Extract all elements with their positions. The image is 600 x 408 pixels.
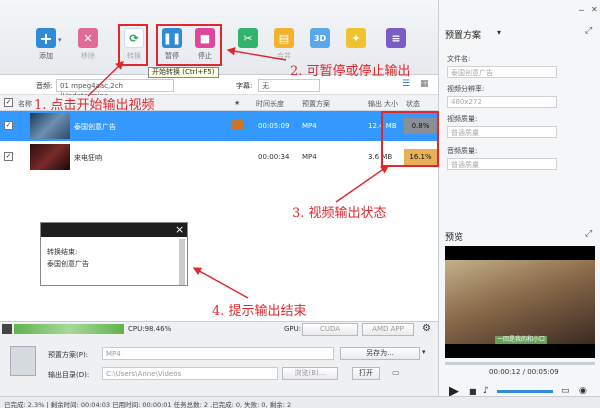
edit-icon[interactable] bbox=[232, 120, 244, 130]
popup-titlebar bbox=[41, 223, 187, 237]
stop-icon[interactable]: ■ bbox=[469, 387, 477, 396]
table-row[interactable]: ✓ 泰国创意广告 00:05:09 MP4 12.4 MB 0.8% bbox=[0, 111, 438, 141]
annotation-4: 4. 提示输出结束 bbox=[212, 304, 307, 319]
video-frame bbox=[445, 260, 595, 344]
filename-field[interactable]: 泰国创意广告 bbox=[447, 66, 557, 78]
preset-select[interactable]: MP4 bbox=[102, 347, 334, 360]
seek-bar[interactable] bbox=[445, 362, 595, 365]
status-bar: 已完成: 2.3% | 剩余时间: 00:04:03 已用时间: 00:00:0… bbox=[0, 396, 600, 408]
remove-icon: ✕ bbox=[78, 28, 98, 48]
video-subtitle: 一回是我的和小口 bbox=[495, 336, 547, 344]
grid-view-icon[interactable]: ▦ bbox=[420, 79, 429, 89]
annotation-2: 2. 可暂停或停止输出 bbox=[290, 64, 411, 79]
document-icon: ≡ bbox=[386, 28, 406, 48]
remove-button[interactable]: ✕ 移除 bbox=[72, 28, 104, 61]
preview-video: 一回是我的和小口 bbox=[445, 246, 595, 358]
table-row[interactable]: ✓ 来电狂响 00:00:34 MP4 3.6 MB 16.1% bbox=[0, 142, 438, 172]
browse-button[interactable]: 浏览(B)... bbox=[282, 367, 338, 380]
list-view-icon[interactable]: ☰ bbox=[402, 79, 410, 89]
plus-icon: + bbox=[36, 28, 56, 48]
preset-panel: 预置方案 ▾ ⤢ ─ ✕ 文件名: 泰国创意广告 视频分辨率: 480x272 … bbox=[438, 0, 600, 222]
pause-stop-highlight bbox=[156, 24, 222, 66]
minimize-icon[interactable]: ─ bbox=[579, 6, 584, 15]
video-quality-field[interactable]: 普通质量 bbox=[447, 126, 557, 138]
open-folder-button[interactable]: 打开 bbox=[352, 367, 380, 380]
chevron-down-icon[interactable]: ▾ bbox=[497, 28, 501, 37]
merge-button[interactable]: ▤ 合并 bbox=[268, 28, 300, 61]
effect-button[interactable]: ✦ bbox=[340, 28, 372, 51]
cpu-graph bbox=[14, 324, 124, 334]
resolution-field[interactable]: 480x272 bbox=[447, 96, 557, 108]
wave-icon bbox=[2, 324, 12, 334]
convert-highlight bbox=[118, 24, 148, 66]
audio-quality-field[interactable]: 普通质量 bbox=[447, 158, 557, 170]
merge-icon: ▤ bbox=[274, 28, 294, 48]
video-thumbnail bbox=[30, 113, 70, 139]
annotation-3: 3. 视频输出状态 bbox=[292, 206, 387, 221]
amd-app-button[interactable]: AMD APP bbox=[362, 323, 414, 336]
status-highlight bbox=[381, 111, 439, 167]
snapshot-folder-icon[interactable]: ▭ bbox=[561, 386, 570, 396]
preview-panel: 预览 ⤢ 一回是我的和小口 00:00:12 / 00:05:09 ▶ ■ ♪ … bbox=[438, 222, 600, 408]
folder-icon[interactable]: ▭ bbox=[392, 368, 400, 377]
output-folder-field[interactable]: C:\Users\Anne\Videos bbox=[102, 367, 278, 380]
document-button[interactable]: ≡ bbox=[380, 28, 412, 51]
popup-close-icon[interactable]: × bbox=[175, 223, 184, 236]
annotation-1: 1. 点击开始输出视频 bbox=[34, 98, 155, 113]
expand-icon[interactable]: ⤢ bbox=[585, 229, 592, 239]
scissors-icon: ✂ bbox=[238, 28, 258, 48]
add-button[interactable]: + 添加 bbox=[30, 28, 62, 61]
3d-button[interactable]: 3D bbox=[304, 28, 336, 51]
chevron-down-icon[interactable]: ▾ bbox=[58, 36, 62, 44]
close-icon[interactable]: ✕ bbox=[591, 5, 598, 14]
row-checkbox[interactable]: ✓ bbox=[4, 121, 13, 130]
audio-track-select[interactable]: 01 mpeg4aac,2ch (Undetermine bbox=[56, 79, 174, 100]
arrow-4 bbox=[192, 267, 249, 299]
subtitle-select[interactable]: 无 bbox=[258, 79, 320, 92]
volume-slider[interactable] bbox=[497, 390, 553, 393]
chevron-down-icon[interactable]: ▾ bbox=[422, 348, 426, 356]
format-icon bbox=[10, 346, 36, 376]
convert-tooltip: 开始转换 (Ctrl+F5) bbox=[148, 67, 219, 78]
popup-scrollbar[interactable] bbox=[179, 239, 185, 285]
camera-icon[interactable]: ◉ bbox=[579, 386, 587, 396]
video-thumbnail bbox=[30, 144, 70, 170]
save-as-button[interactable]: 另存为... bbox=[340, 347, 420, 360]
clip-button[interactable]: ✂ bbox=[232, 28, 264, 51]
select-all-checkbox[interactable]: ✓ bbox=[4, 98, 13, 107]
magic-wand-icon: ✦ bbox=[346, 28, 366, 48]
bottom-panel: CPU:98.46% GPU: CUDA AMD APP ⚙ 预置方案(P): … bbox=[0, 321, 438, 408]
row-checkbox[interactable]: ✓ bbox=[4, 152, 13, 161]
gear-icon[interactable]: ⚙ bbox=[422, 323, 431, 334]
conversion-finished-popup: × 转换结束: 泰国创意广告 bbox=[40, 222, 188, 286]
cuda-button[interactable]: CUDA bbox=[302, 323, 358, 336]
volume-icon[interactable]: ♪ bbox=[483, 386, 489, 396]
expand-icon[interactable]: ⤢ bbox=[585, 26, 592, 36]
3d-icon: 3D bbox=[310, 28, 330, 48]
